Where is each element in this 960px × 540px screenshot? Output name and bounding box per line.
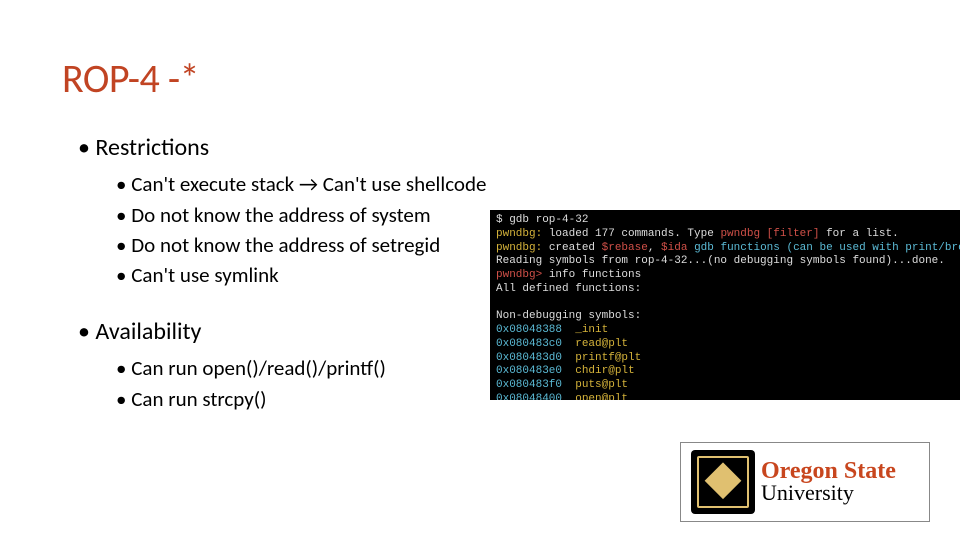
- terminal-screenshot: $ gdb rop-4-32 pwndbg: loaded 177 comman…: [490, 210, 960, 400]
- slide-body: Restrictions Can't execute stack → Can't…: [78, 132, 486, 415]
- list-item: Can't execute stack → Can't use shellcod…: [116, 170, 486, 198]
- osu-seal-icon: [691, 450, 755, 514]
- list-item: Do not know the address of setregid: [116, 231, 486, 259]
- slide-title: ROP-4 -*: [62, 54, 199, 103]
- list-item: Can't use symlink: [116, 261, 486, 289]
- list-item: Can run open()/read()/printf(): [116, 354, 486, 382]
- oregon-state-logo: Oregon State University: [680, 442, 930, 522]
- list-item: Do not know the address of system: [116, 201, 486, 229]
- section-heading-restrictions: Restrictions: [78, 132, 486, 164]
- section-heading-availability: Availability: [78, 316, 486, 348]
- logo-text-line2: University: [761, 483, 896, 504]
- slide: ROP-4 -* Restrictions Can't execute stac…: [0, 0, 960, 540]
- list-item: Can run strcpy(): [116, 385, 486, 413]
